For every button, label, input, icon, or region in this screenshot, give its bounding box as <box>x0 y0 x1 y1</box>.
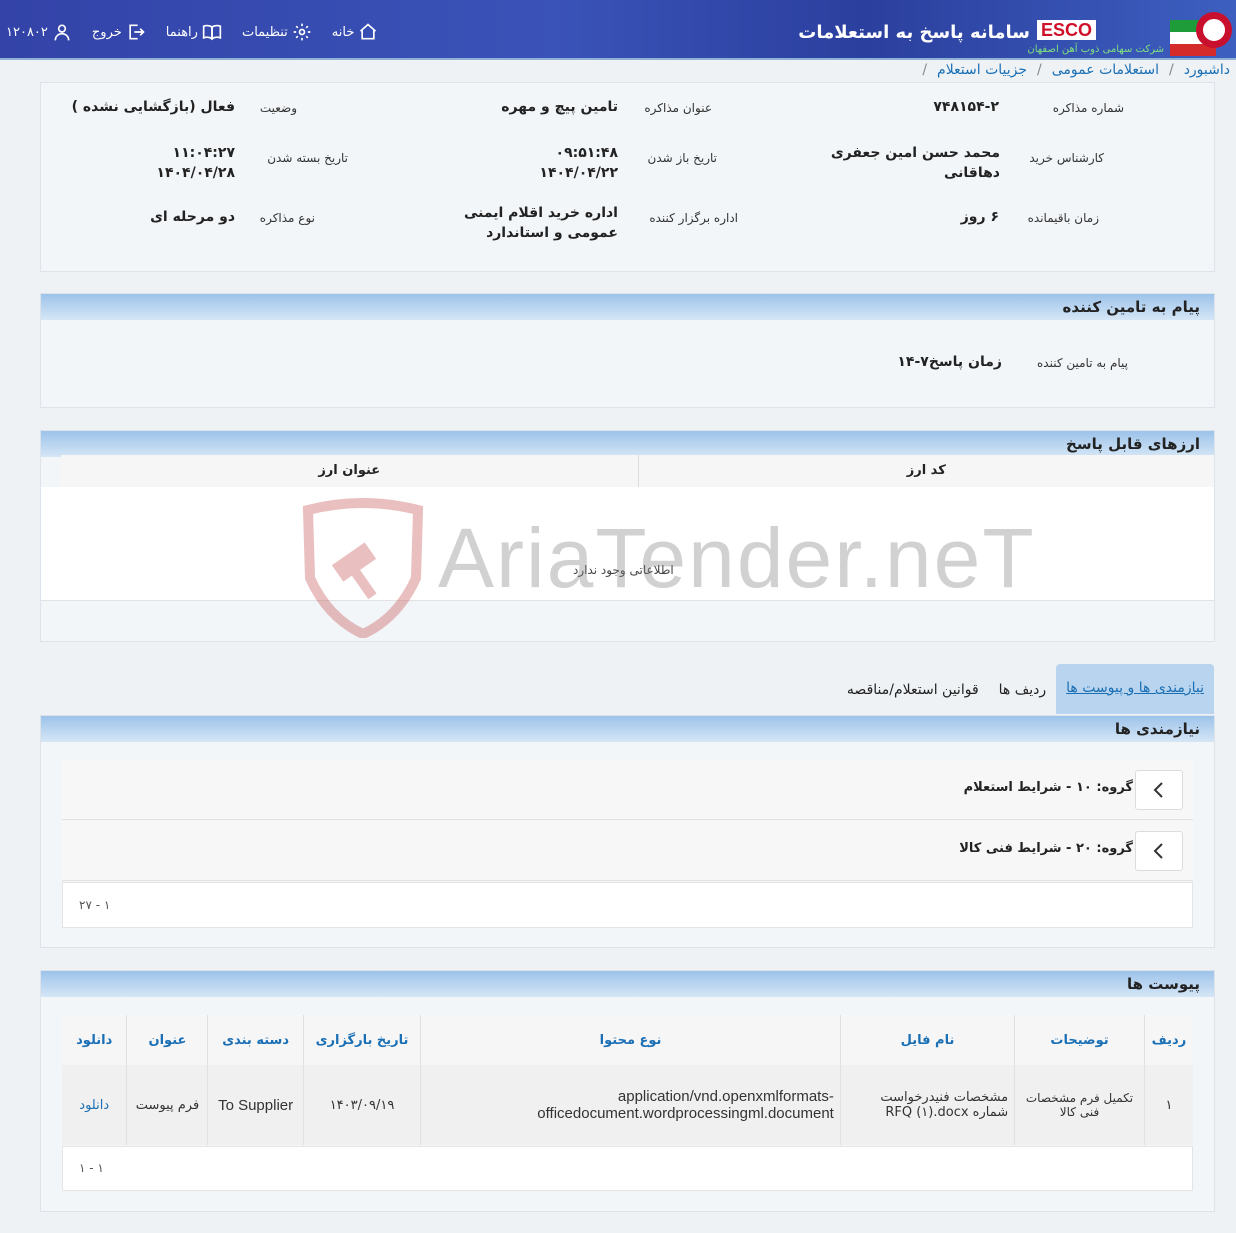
col-description[interactable]: توضیحات <box>1014 1015 1145 1065</box>
buyer-label: کارشناس خرید <box>1029 151 1104 165</box>
negotiation-type-label: نوع مذاکره <box>259 211 315 225</box>
open-date-label: تاریخ باز شدن <box>647 151 717 165</box>
cell-category: To Supplier <box>207 1065 304 1145</box>
expand-group-button[interactable] <box>1135 831 1183 871</box>
attachments-table: ردیف توضیحات نام فایل نوع محتوا تاریخ با… <box>62 1015 1193 1145</box>
esco-logo-text: ESCO <box>1036 20 1096 40</box>
needs-group-label: گروه: ۱۰ - شرایط استعلام <box>963 780 1133 795</box>
col-file-name[interactable]: نام فایل <box>839 1015 1015 1065</box>
breadcrumb-dashboard[interactable]: داشبورد <box>1184 62 1230 78</box>
col-content-type[interactable]: نوع محتوا <box>420 1015 841 1065</box>
currencies-table: کد ارز عنوان ارز <box>61 455 1214 488</box>
logout-icon <box>129 24 145 40</box>
breadcrumb-separator: / <box>1037 62 1042 78</box>
settings-label: تنظیمات <box>241 24 288 40</box>
tab-bar: نیازمندی ها و پیوست ها ردیف ها قوانین اس… <box>837 664 1214 714</box>
tab-needs-attachments[interactable]: نیازمندی ها و پیوست ها <box>1056 664 1214 714</box>
attachments-title: پیوست ها <box>41 971 1214 997</box>
currency-code-header[interactable]: کد ارز <box>637 455 1214 488</box>
currencies-title: ارزهای قابل پاسخ <box>41 431 1214 457</box>
needs-pager: ۱ - ۲۷ <box>79 898 111 912</box>
col-category[interactable]: دسته بندی <box>207 1015 304 1065</box>
organizer-label: اداره برگزار کننده <box>649 211 738 225</box>
supplier-message-title: پیام به تامین کننده <box>41 294 1214 320</box>
open-date-value: ۱۴۰۴/۰۴/۲۲ <box>539 165 618 181</box>
user-icon <box>54 24 70 41</box>
needs-group-row[interactable]: گروه: ۲۰ - شرایط فنی کالا <box>62 821 1193 881</box>
col-title[interactable]: عنوان <box>126 1015 208 1065</box>
inquiry-details-panel: شماره مذاکره ۷۴۸۱۵۴-۲ عنوان مذاکره تامین… <box>40 82 1215 272</box>
gear-icon <box>293 23 311 41</box>
guide-link[interactable]: راهنما <box>166 22 222 42</box>
cell-file-name: مشخصات فنیدرخواست شماره RFQ (۱).docx <box>839 1065 1015 1145</box>
currencies-empty-area: اطلاعاتی وجود ندارد <box>41 487 1214 601</box>
cell-title: فرم پیوست <box>126 1065 208 1145</box>
tab-rules[interactable]: قوانین استعلام/مناقصه <box>837 682 989 714</box>
settings-link[interactable]: تنظیمات <box>242 22 312 42</box>
currencies-empty-message: اطلاعاتی وجود ندارد <box>573 563 674 577</box>
attachments-pager: ۱ - ۱ <box>79 1161 104 1175</box>
logout-link[interactable]: خروج <box>92 22 146 42</box>
logout-label: خروج <box>91 24 122 40</box>
negotiation-number-label: شماره مذاکره <box>1052 101 1124 115</box>
currencies-panel: ارزهای قابل پاسخ کد ارز عنوان ارز اطلاعا… <box>40 430 1215 642</box>
supplier-message-label: پیام به تامین کننده <box>1037 356 1128 370</box>
remaining-time-label: زمان باقیمانده <box>1027 211 1099 225</box>
organizer-value: اداره خرید اقلام ایمنی عمومی و استاندارد <box>463 205 618 241</box>
app-header: ESCO شرکت سهامی ذوب آهن اصفهان سامانه پا… <box>0 0 1236 60</box>
needs-group-label: گروه: ۲۰ - شرایط فنی کالا <box>959 841 1133 856</box>
chevron-left-icon <box>1153 782 1163 798</box>
breadcrumb-separator: / <box>922 62 928 78</box>
home-label: خانه <box>331 24 355 40</box>
needs-group-row[interactable]: گروه: ۱۰ - شرایط استعلام <box>62 760 1193 820</box>
cell-description: تکمیل فرم مشخصات فنی کالا <box>1014 1065 1145 1145</box>
app-title: سامانه پاسخ به استعلامات <box>798 22 1030 43</box>
cell-content-type: application/vnd.openxmlformats-officedoc… <box>420 1065 841 1145</box>
user-menu[interactable]: ۱۲۰۸۰۲ <box>6 22 72 42</box>
table-row: ۱ تکمیل فرم مشخصات فنی کالا مشخصات فنیدر… <box>62 1065 1193 1145</box>
chevron-left-icon <box>1153 843 1163 859</box>
cell-upload-date: ۱۴۰۳/۰۹/۱۹ <box>302 1065 421 1145</box>
breadcrumb-public-inquiries[interactable]: استعلامات عمومی <box>1052 62 1159 78</box>
status-value: فعال (بازگشایی نشده ) <box>71 99 235 115</box>
negotiation-title-value: تامین پیچ و مهره <box>501 99 618 115</box>
remaining-time-value: ۶ روز <box>960 209 999 225</box>
needs-title: نیازمندی ها <box>41 716 1214 742</box>
download-link[interactable]: دانلود <box>62 1065 127 1145</box>
company-name: شرکت سهامی ذوب آهن اصفهان <box>1027 44 1164 55</box>
guide-label: راهنما <box>165 24 198 40</box>
user-id: ۱۲۰۸۰۲ <box>6 24 48 40</box>
breadcrumb-separator: / <box>1168 62 1174 78</box>
tab-rows[interactable]: ردیف ها <box>989 682 1056 714</box>
top-nav: ۱۲۰۸۰۲ خروج راهنما تنظیمات خانه <box>6 22 398 42</box>
negotiation-number-value: ۷۴۸۱۵۴-۲ <box>933 99 999 115</box>
close-time-value: ۱۱:۰۴:۲۷ <box>172 145 235 161</box>
col-upload-date[interactable]: تاریخ بارگزاری <box>302 1015 421 1065</box>
close-date-value: ۱۴۰۴/۰۴/۲۸ <box>156 165 235 181</box>
col-row[interactable]: ردیف <box>1143 1015 1193 1065</box>
attachments-pager-bar: ۱ - ۱ <box>62 1146 1193 1191</box>
col-download[interactable]: دانلود <box>62 1015 127 1065</box>
status-label: وضعیت <box>259 101 297 115</box>
buyer-value: محمد حسن امین جعفری دهاقانی <box>830 145 1000 181</box>
home-link[interactable]: خانه <box>332 22 379 42</box>
expand-group-button[interactable] <box>1135 770 1183 810</box>
supplier-message-panel: پیام به تامین کننده پیام به تامین کننده … <box>40 293 1215 408</box>
breadcrumb: داشبورد / استعلامات عمومی / جزییات استعل… <box>0 60 1236 80</box>
currency-title-header[interactable]: عنوان ارز <box>61 455 639 488</box>
supplier-message-value: زمان پاسخ۷-۱۴ <box>897 354 1002 370</box>
logo-ring-icon <box>1196 12 1232 48</box>
needs-pager-bar: ۱ - ۲۷ <box>62 882 1193 928</box>
open-time-value: ۰۹:۵۱:۴۸ <box>555 145 618 161</box>
close-date-label: تاریخ بسته شدن <box>267 151 348 165</box>
cell-row: ۱ <box>1143 1065 1193 1145</box>
negotiation-type-value: دو مرحله ای <box>150 209 235 225</box>
negotiation-title-label: عنوان مذاکره <box>644 101 712 115</box>
home-icon <box>360 23 377 40</box>
breadcrumb-inquiry-details[interactable]: جزییات استعلام <box>937 62 1027 78</box>
book-icon <box>202 24 222 41</box>
company-logo[interactable]: ESCO شرکت سهامی ذوب آهن اصفهان <box>1004 4 1234 58</box>
